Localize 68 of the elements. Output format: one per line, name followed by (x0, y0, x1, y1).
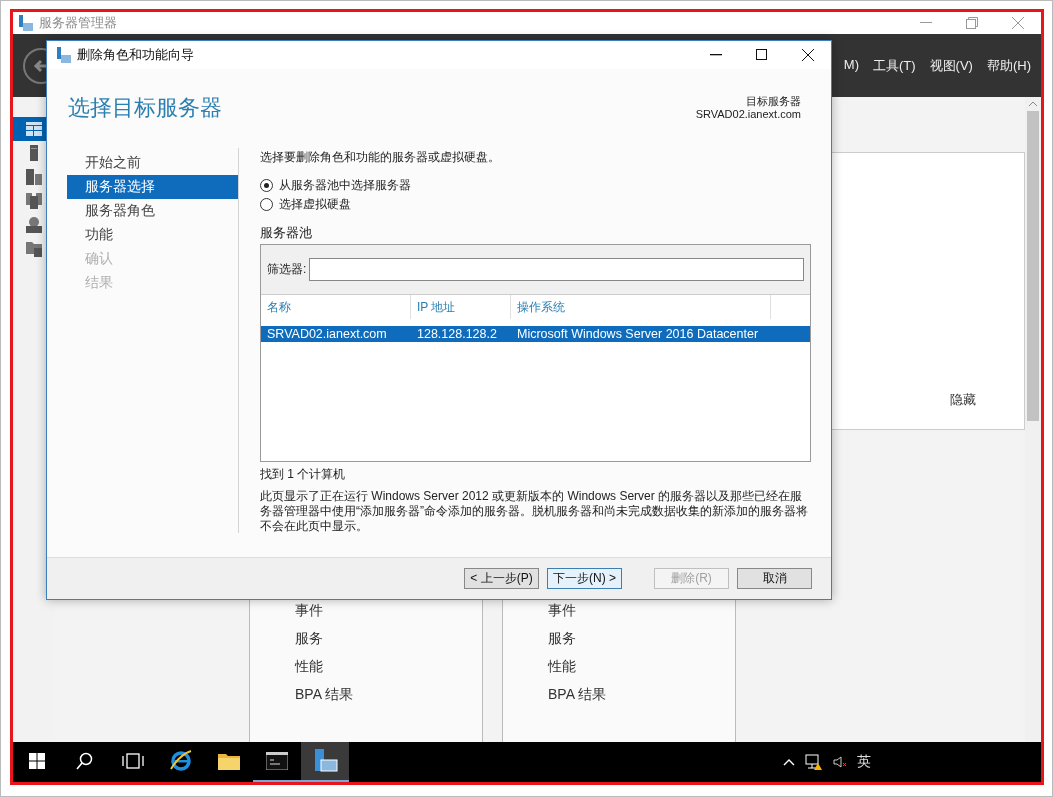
menu-item[interactable]: 工具(T) (873, 56, 916, 75)
wizard-button[interactable]: 取消 (737, 568, 812, 589)
folder-icon (26, 241, 42, 257)
wizard-icon (57, 47, 71, 63)
menu-item[interactable]: 视图(V) (929, 56, 973, 75)
table-cell-text: Microsoft Windows Server 2016 Datacenter (516, 326, 760, 342)
task-view-icon[interactable] (122, 753, 144, 769)
globe-server-icon (26, 217, 42, 233)
tile-link[interactable]: BPA 结果 (295, 685, 482, 703)
tile-link[interactable]: 事件 (295, 601, 482, 619)
hide-link[interactable]: 隐藏 (950, 391, 976, 409)
wizard-button[interactable]: < 上一步(P) (464, 568, 539, 589)
radio-button[interactable] (260, 179, 273, 192)
radio-button[interactable] (260, 198, 273, 211)
tile-link[interactable]: BPA 结果 (548, 685, 735, 703)
column-header[interactable]: IP 地址 (411, 295, 511, 319)
dashboard-icon (26, 122, 42, 136)
wizard-step[interactable]: 服务器角色 (67, 199, 238, 223)
target-server: SRVAD02.ianext.com (695, 108, 801, 121)
window-title: 服务器管理器 (39, 14, 117, 32)
table-cell-text: SRVAD02.ianext.com (266, 326, 388, 342)
tile-link[interactable]: 性能 (295, 657, 482, 675)
browser-icon[interactable] (169, 749, 193, 773)
arrow-left-icon (33, 57, 49, 74)
filter-label: 筛选器: (267, 262, 307, 277)
menu-item[interactable]: 帮助(H) (986, 56, 1031, 75)
server-manager-icon[interactable] (312, 748, 338, 774)
servers-icon (26, 169, 42, 185)
result-count: 找到 1 个计算机 (260, 466, 347, 483)
tile-link[interactable]: 服务 (548, 629, 735, 647)
speaker-muted-icon[interactable] (833, 755, 847, 769)
close-icon[interactable] (802, 49, 814, 61)
wizard-step[interactable]: 开始之前 (67, 151, 238, 175)
folder-icon[interactable] (218, 752, 240, 770)
filter-field[interactable] (309, 258, 804, 281)
maximize-icon[interactable] (756, 49, 768, 61)
server-group-icon (26, 193, 42, 209)
server-manager-icon (19, 15, 33, 31)
windows-start-icon[interactable] (29, 753, 45, 769)
wizard-step[interactable]: 服务器选择 (67, 175, 238, 199)
info-text: 此页显示了正在运行 Windows Server 2012 或更新版本的 Windows Server 的服务器以及那些已经在服务器管理器中使用“添加服务器”命令添加的服务器。脱机服务器和尚未完成数据收集的新添加的服务器将不会在此页中显示。 (260, 489, 809, 534)
table-row[interactable]: SRVAD02.ianext.com 128.128.128.2 Microsoft Windows Server 2016 Datacenter (261, 326, 810, 342)
wizard-step[interactable]: 功能 (67, 223, 238, 247)
restore-icon[interactable] (966, 17, 978, 29)
page-heading: 选择目标服务器 (68, 94, 222, 122)
console-icon[interactable] (266, 752, 288, 770)
minimize-icon[interactable] (710, 54, 722, 56)
wizard-button[interactable]: 下一步(N) > (547, 568, 622, 589)
taskbar-button[interactable] (301, 742, 349, 782)
dialog-title: 删除角色和功能向导 (77, 46, 194, 64)
search-icon[interactable] (76, 752, 94, 770)
menu-item[interactable]: M) (843, 56, 859, 75)
radio-label[interactable]: 选择虚拟硬盘 (279, 197, 351, 212)
tile-link[interactable]: 事件 (548, 601, 735, 619)
input-method-indicator[interactable]: 英 (857, 753, 871, 771)
radio-label[interactable]: 从服务器池中选择服务器 (279, 178, 411, 193)
table-cell-text: 128.128.128.2 (416, 326, 498, 342)
instruction-text: 选择要删除角色和功能的服务器或虚拟硬盘。 (260, 150, 501, 165)
section-title: 服务器池 (260, 224, 313, 242)
target-label: 目标服务器 (746, 95, 801, 108)
column-header[interactable]: 名称 (261, 295, 411, 319)
network-warning-icon[interactable] (805, 754, 823, 770)
tile-link[interactable]: 服务 (295, 629, 482, 647)
column-header[interactable]: 操作系统 (511, 295, 771, 319)
chevron-up-icon[interactable] (783, 758, 795, 766)
scroll-up-icon[interactable] (1028, 101, 1038, 107)
tile-link[interactable]: 性能 (548, 657, 735, 675)
server-icon (30, 145, 38, 161)
